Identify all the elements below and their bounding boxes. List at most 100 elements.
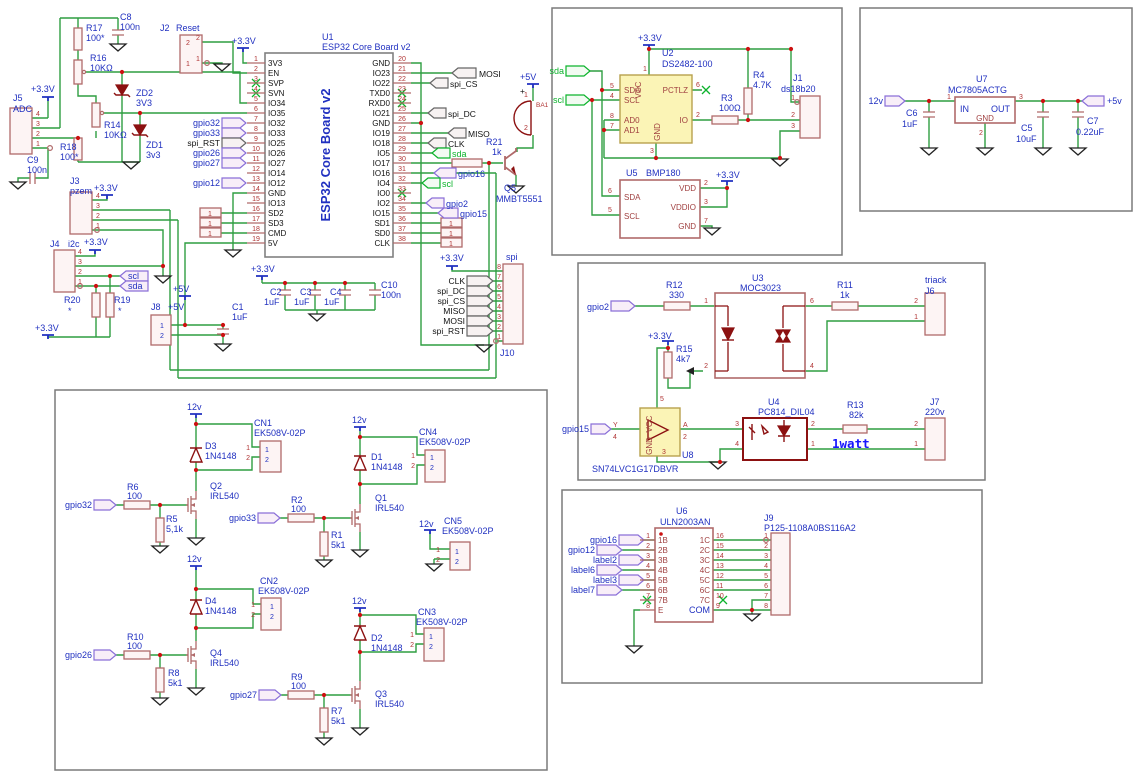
- flag-mosi: [452, 68, 476, 78]
- j9-pin-number: 3: [764, 553, 768, 560]
- uln-pin-name: 2B: [658, 546, 668, 555]
- label-6: 6: [608, 188, 612, 195]
- label-U2: U2: [662, 48, 674, 58]
- flag-gpio33-q1: [258, 513, 280, 523]
- label-SCL: SCL: [624, 212, 640, 221]
- uln-pin-number: 13: [716, 563, 724, 570]
- label-2: 2: [410, 642, 414, 649]
- esp32-pin-name: IO18: [373, 139, 391, 148]
- label-1k: 1k: [840, 290, 850, 300]
- label-U8: U8: [682, 450, 694, 460]
- flag-gpio12-u6: [597, 545, 622, 555]
- pc814-glyphs: [749, 420, 790, 442]
- uln-pin-name: 6B: [658, 586, 668, 595]
- label-label7: label7: [571, 585, 595, 595]
- uln-pin-number: 14: [716, 553, 724, 560]
- label-EK508V-02P: EK508V-02P: [416, 617, 468, 627]
- esp32-pin-name: CMD: [268, 229, 286, 238]
- label-C1: C1: [232, 302, 244, 312]
- uln-pin-name: 7C: [700, 596, 710, 605]
- esp32-pin-number: 15: [252, 196, 260, 203]
- label-1watt: 1watt: [832, 436, 870, 451]
- label-i2c: i2c: [68, 239, 80, 249]
- label-4: 4: [36, 111, 40, 118]
- uln-pin-name: 4B: [658, 566, 668, 575]
- label-100: 100: [127, 491, 142, 501]
- label-3: 3: [96, 203, 100, 210]
- label-1N4148: 1N4148: [205, 606, 237, 616]
- label-6: 6: [696, 82, 700, 89]
- label-1: 1: [251, 602, 255, 609]
- esp32-pin-name: IO15: [373, 209, 391, 218]
- j10-pin-number: 4: [497, 304, 501, 311]
- label-100n: 100n: [120, 22, 140, 32]
- label-gpio16: gpio16: [590, 535, 617, 545]
- esp32-pin-number: 11: [252, 156, 259, 163]
- label-sda: sda: [452, 149, 467, 159]
- label-+5V: +5V: [168, 302, 184, 312]
- label-1: 1: [643, 66, 647, 73]
- label-4.7K: 4.7K: [753, 80, 772, 90]
- label-12v: 12v: [868, 96, 883, 106]
- flag-j10-spics: [467, 296, 493, 306]
- label-MC7805ACTG: MC7805ACTG: [948, 85, 1007, 95]
- label-C8: C8: [120, 12, 132, 22]
- j9-pin-number: 1: [764, 533, 768, 540]
- j10-pin-number: 3: [497, 314, 501, 321]
- label-scl: scl: [553, 95, 564, 105]
- label-12v: 12v: [419, 519, 434, 529]
- label-gpio12: gpio12: [568, 545, 595, 555]
- esp32-pin-name: IO5: [377, 149, 390, 158]
- label-2: 2: [411, 463, 415, 470]
- esp32-pin-name: IO2: [377, 199, 390, 208]
- label-CN1: CN1: [254, 418, 272, 428]
- label-MOSI: MOSI: [443, 316, 465, 326]
- label-U6: U6: [676, 506, 688, 516]
- label-D4: D4: [205, 596, 217, 606]
- label-1N4148: 1N4148: [371, 643, 403, 653]
- label-+3.3V: +3.3V: [716, 170, 740, 180]
- label-R13: R13: [847, 400, 864, 410]
- flag-sda-u2: [566, 66, 590, 76]
- label-330: 330: [669, 290, 684, 300]
- label-label3: label3: [593, 575, 617, 585]
- label-8: 8: [610, 113, 614, 120]
- label-VCC: VCC: [634, 81, 643, 98]
- j9-pin-number: 4: [764, 563, 768, 570]
- label-1: 1: [36, 141, 40, 148]
- label-4: 4: [78, 249, 82, 256]
- flag-miso: [448, 128, 466, 138]
- label-2: 2: [683, 434, 687, 441]
- esp32-pin-name: IO32: [268, 119, 286, 128]
- flag-gpio16: [434, 168, 456, 178]
- net-flags: [94, 66, 1104, 700]
- esp32-pin-number: 7: [254, 116, 258, 123]
- esp32-pin-number: 29: [398, 146, 406, 153]
- label-CN5: CN5: [444, 516, 462, 526]
- label-ESP32_Core_Board_v2: ESP32 Core Board v2: [318, 89, 333, 222]
- esp32-pin-number: 28: [398, 136, 406, 143]
- label-7: 7: [610, 123, 614, 130]
- label-IN: IN: [960, 104, 969, 114]
- label-R11: R11: [837, 280, 853, 290]
- esp32-pin-number: 25: [398, 106, 406, 113]
- uln-pin-name: 5C: [700, 576, 710, 585]
- flag-gpio26: [222, 148, 246, 158]
- label-spi_RST: spi_RST: [432, 326, 465, 336]
- esp32-pin-name: SD1: [374, 219, 390, 228]
- esp32-pin-number: 21: [398, 66, 406, 73]
- flag-gpio32: [222, 118, 246, 128]
- esp32-pin-number: 4: [254, 86, 258, 93]
- esp32-pin-number: 32: [398, 176, 406, 183]
- transistor-q5: [505, 148, 516, 175]
- label-2: 2: [251, 612, 255, 619]
- esp32-pin-number: 36: [398, 216, 406, 223]
- label-82k: 82k: [849, 410, 864, 420]
- label-+3.3V: +3.3V: [84, 237, 108, 247]
- label-1uF: 1uF: [902, 119, 918, 129]
- label-2: 2: [914, 421, 918, 428]
- label-2: 2: [186, 40, 190, 47]
- connector-cn4: [425, 450, 445, 482]
- j10-pin-number: 1: [497, 334, 501, 341]
- label-spi_DC: spi_DC: [448, 109, 476, 119]
